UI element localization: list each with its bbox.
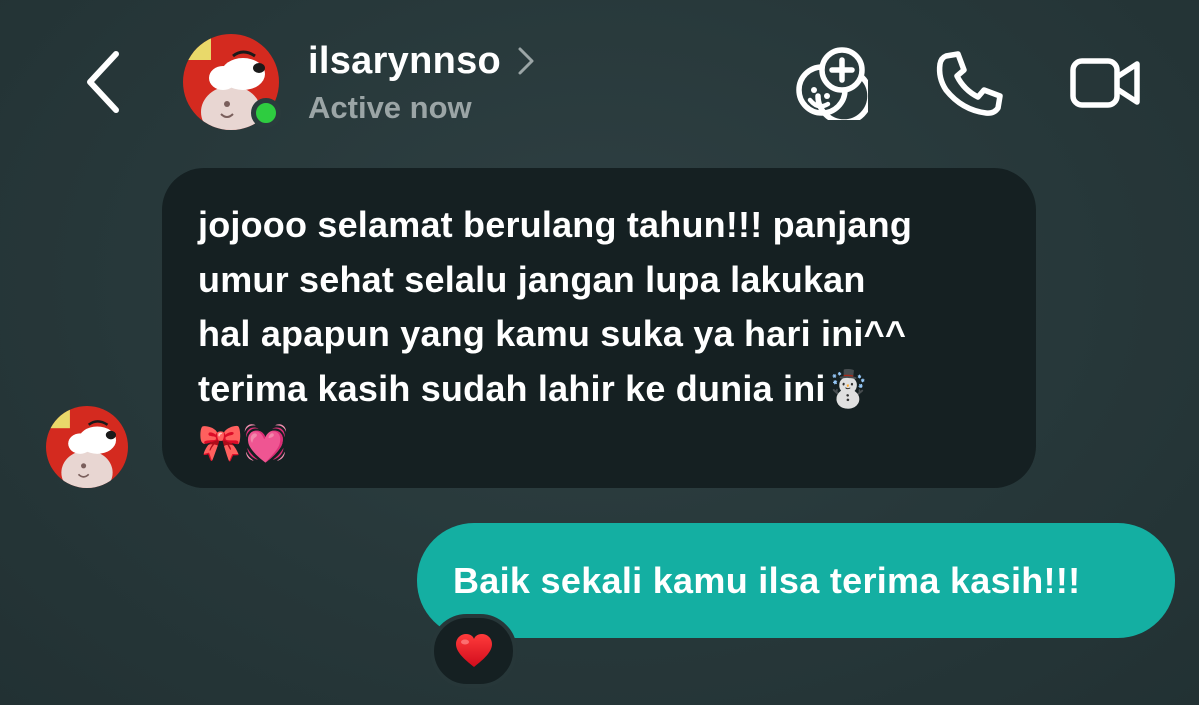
online-indicator [251,98,281,128]
contact-avatar[interactable] [183,34,281,130]
video-camera-icon [1070,58,1140,108]
chevron-left-icon [87,51,119,113]
face-plus-icon [796,47,873,125]
effects-button[interactable] [794,46,873,125]
back-button[interactable] [78,46,134,118]
sender-avatar[interactable] [46,406,128,488]
username: ilsarynnso [308,39,502,82]
call-button[interactable] [932,46,1006,120]
phone-icon [936,51,1003,116]
heart-reaction[interactable] [430,614,517,688]
heart-icon [455,634,492,667]
profile-link[interactable]: ilsarynnso [308,38,535,84]
outgoing-message-text: Baik sekali kamu ilsa terima kasih!!! [453,559,1081,601]
chat-header: ilsarynnso Active now [0,0,1199,160]
active-status: Active now [308,90,472,125]
chevron-right-icon [518,47,534,75]
video-call-button[interactable] [1068,46,1142,120]
incoming-message-text: jojooo selamat berulang tahun!!! panjang… [198,204,913,463]
incoming-message-bubble[interactable]: jojooo selamat berulang tahun!!! panjang… [162,168,1036,488]
outgoing-message-bubble[interactable]: Baik sekali kamu ilsa terima kasih!!! [417,523,1175,638]
